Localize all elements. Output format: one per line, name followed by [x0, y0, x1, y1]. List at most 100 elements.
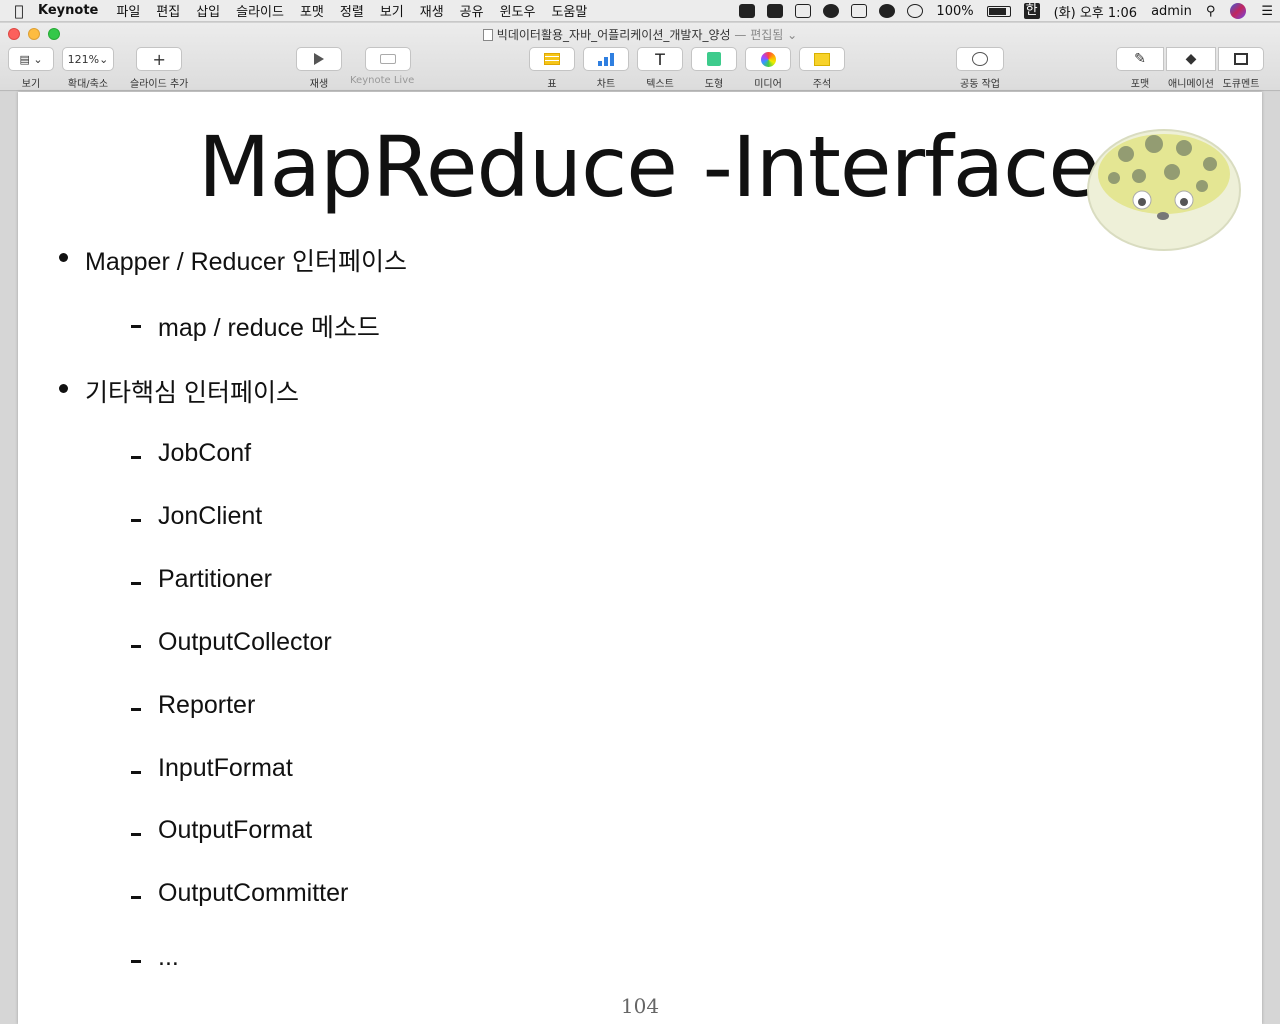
view-tool[interactable]: ▤ ⌄ 보기 — [8, 47, 54, 90]
document-icon — [1234, 53, 1248, 65]
text-label: 텍스트 — [646, 79, 674, 90]
menu-slide[interactable]: 슬라이드 — [236, 1, 284, 20]
sub-bullet-item[interactable]: OutputCommitter — [131, 879, 348, 908]
shape-tool[interactable]: 도형 — [691, 47, 737, 90]
animate-tool[interactable]: ◆ 애니메이션 — [1166, 47, 1216, 90]
user-menu[interactable]: admin — [1151, 4, 1192, 19]
sub-bullet-item[interactable]: InputFormat — [131, 754, 293, 783]
chart-button[interactable] — [583, 47, 629, 71]
menu-arrange[interactable]: 정렬 — [340, 1, 364, 20]
dropbox-icon[interactable] — [739, 4, 756, 18]
bullet-dot-icon — [59, 253, 68, 262]
keynote-live-icon — [380, 54, 397, 64]
command-icon[interactable] — [767, 4, 784, 18]
spotlight-search-icon[interactable]: ⚲ — [1206, 4, 1216, 19]
app-menu[interactable]: Keynote — [38, 3, 98, 18]
dash-icon — [131, 519, 141, 522]
sticky-note-icon — [814, 52, 830, 66]
format-tool[interactable]: ✎ 포맷 — [1116, 47, 1164, 90]
add-slide-tool[interactable]: + 슬라이드 추가 — [130, 47, 188, 90]
menu-window[interactable]: 윈도우 — [500, 1, 536, 20]
sub-bullet-item[interactable]: JonClient — [131, 502, 262, 531]
notification-center-icon[interactable]: ☰ — [1261, 4, 1273, 19]
animate-button[interactable]: ◆ — [1166, 47, 1216, 71]
bar-chart-icon — [597, 52, 615, 66]
document-title[interactable]: 빅데이터활용_자바_어플리케이션_개발자_양성 — 편집됨 ⌄ — [0, 26, 1280, 43]
sub-bullet-item[interactable]: map / reduce 메소드 — [131, 308, 380, 344]
dash-icon — [131, 645, 141, 648]
sub-bullet-item[interactable]: ... — [131, 943, 179, 972]
sub-bullet-item[interactable]: OutputCollector — [131, 628, 332, 657]
menu-view[interactable]: 보기 — [380, 1, 404, 20]
add-slide-button[interactable]: + — [136, 47, 183, 71]
zoom-label: 확대/축소 — [67, 79, 109, 90]
sub-bullet-item[interactable]: Partitioner — [131, 565, 272, 594]
collaborate-label: 공동 작업 — [960, 79, 1000, 90]
menu-format[interactable]: 포맷 — [300, 1, 324, 20]
dash-icon — [131, 771, 141, 774]
d-app-icon[interactable] — [795, 4, 812, 18]
sub-bullet-item[interactable]: OutputFormat — [131, 816, 312, 845]
cloud-icon[interactable] — [823, 4, 840, 18]
document-tool[interactable]: 도큐멘트 — [1218, 47, 1264, 90]
media-button[interactable] — [745, 47, 791, 71]
chat-bubble-icon[interactable] — [879, 4, 896, 18]
comment-button[interactable] — [799, 47, 845, 71]
table-tool[interactable]: 표 — [529, 47, 575, 90]
slide-title[interactable]: MapReduce -Interfaces — [198, 118, 1143, 216]
chart-tool[interactable]: 차트 — [583, 47, 629, 90]
table-button[interactable] — [529, 47, 575, 71]
clock[interactable]: (화) 오후 1:06 — [1054, 2, 1137, 21]
sidebar-layout-icon: ▤ ⌄ — [19, 52, 43, 66]
comment-label: 주석 — [812, 79, 832, 90]
menu-help[interactable]: 도움말 — [551, 1, 587, 20]
document-button[interactable] — [1218, 47, 1264, 71]
shape-button[interactable] — [691, 47, 737, 71]
play-tool[interactable]: 재생 — [296, 47, 342, 90]
zoom-button[interactable]: 121% ⌄ — [62, 47, 114, 71]
menu-insert[interactable]: 삽입 — [196, 1, 220, 20]
screen-share-icon[interactable] — [851, 4, 868, 18]
menu-edit[interactable]: 편집 — [156, 1, 180, 20]
shape-square-icon — [707, 52, 721, 66]
pufferfish-mascot-image[interactable] — [1084, 114, 1242, 252]
siri-icon[interactable] — [1230, 3, 1247, 19]
slide-page-number: 104 — [620, 994, 660, 1018]
text-tool[interactable]: T 텍스트 — [637, 47, 683, 90]
input-source-icon[interactable]: 한 — [1023, 3, 1040, 19]
menu-share[interactable]: 공유 — [460, 1, 484, 20]
slide[interactable]: MapReduce -Interfaces Mapper / Reducer 인… — [18, 92, 1262, 1024]
shape-label: 도형 — [704, 79, 724, 90]
text-t-icon: T — [655, 49, 665, 69]
dash-icon — [131, 325, 141, 328]
collaborate-button[interactable] — [956, 47, 1004, 71]
apple-menu-icon[interactable]:  — [0, 2, 38, 20]
sub-bullet-item[interactable]: JobConf — [131, 439, 251, 468]
bullet-item[interactable]: 기타핵심 인터페이스 — [59, 373, 299, 409]
zoom-tool[interactable]: 121% ⌄ 확대/축소 — [62, 47, 114, 90]
sub-bullet-item[interactable]: Reporter — [131, 691, 255, 720]
paintbrush-icon: ✎ — [1134, 51, 1146, 67]
slide-canvas[interactable]: MapReduce -Interfaces Mapper / Reducer 인… — [0, 92, 1280, 1024]
media-tool[interactable]: 미디어 — [745, 47, 791, 90]
view-button[interactable]: ▤ ⌄ — [8, 47, 54, 71]
format-button[interactable]: ✎ — [1116, 47, 1164, 71]
dash-icon — [131, 833, 141, 836]
window-toolbar: 빅데이터활용_자바_어플리케이션_개발자_양성 — 편집됨 ⌄ ▤ ⌄ 보기 1… — [0, 23, 1280, 91]
menu-play[interactable]: 재생 — [420, 1, 444, 20]
collaborate-tool[interactable]: 공동 작업 — [956, 47, 1004, 90]
comment-tool[interactable]: 주석 — [799, 47, 845, 90]
bullet-dot-icon — [59, 384, 68, 393]
document-name: 빅데이터활용_자바_어플리케이션_개발자_양성 — [496, 28, 731, 42]
edited-status: — 편집됨 ⌄ — [734, 28, 798, 42]
text-button[interactable]: T — [637, 47, 683, 71]
play-button[interactable] — [296, 47, 342, 71]
menu-file[interactable]: 파일 — [116, 1, 140, 20]
battery-icon[interactable] — [986, 5, 1011, 17]
wifi-icon[interactable] — [907, 4, 924, 18]
keynote-live-tool[interactable]: Keynote Live — [350, 47, 414, 86]
table-icon — [544, 53, 560, 65]
keynote-live-button[interactable] — [365, 47, 412, 71]
bullet-item[interactable]: Mapper / Reducer 인터페이스 — [59, 242, 407, 278]
plus-icon: + — [152, 49, 166, 69]
